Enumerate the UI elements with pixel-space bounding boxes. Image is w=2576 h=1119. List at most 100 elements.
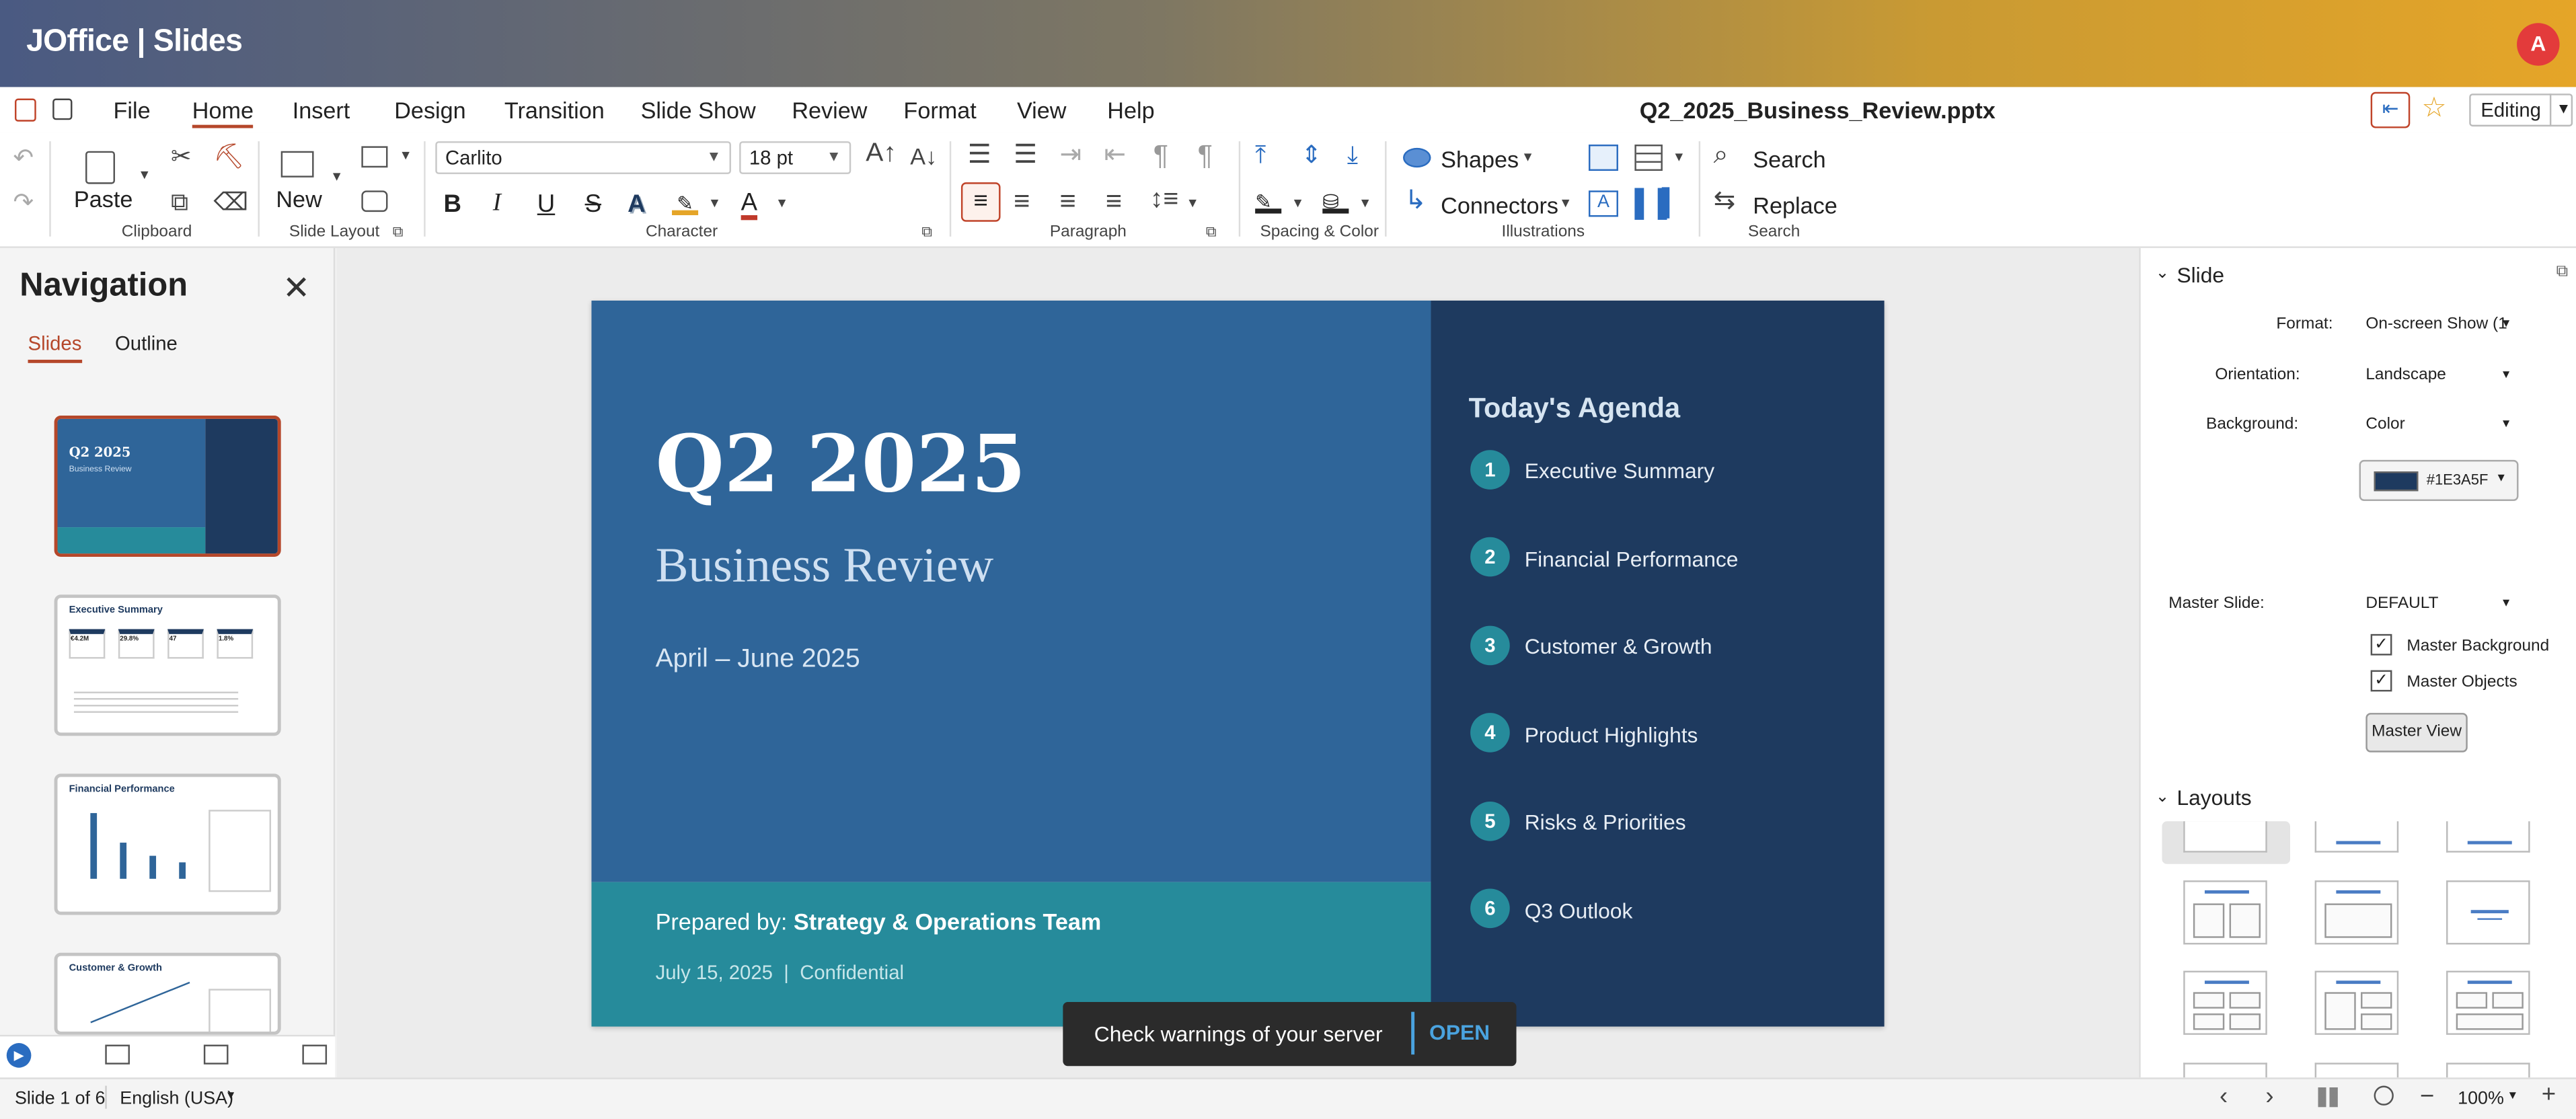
shapes-icon[interactable] [1402,147,1431,168]
menu-format[interactable]: Format [903,97,976,123]
orientation-select[interactable]: Landscape [2365,366,2446,385]
duplicate-slide-icon[interactable] [203,1044,229,1065]
slide-sorter-icon[interactable] [2318,1087,2338,1108]
space-above-icon[interactable]: ⤒ [1255,143,1266,168]
fit-to-window-icon[interactable] [2374,1085,2394,1106]
user-avatar[interactable]: A [2517,23,2560,66]
agenda-item[interactable]: Customer & Growth [1525,634,1712,659]
layout-more-3[interactable] [2446,1063,2530,1078]
strikethrough-button[interactable]: S [585,190,601,219]
chevron-down-icon[interactable]: ▼ [1291,196,1304,210]
image-icon[interactable] [1588,144,1618,171]
expand-dialog-icon[interactable]: ⧉ [1206,224,1217,240]
shadow-button[interactable]: A [628,190,645,219]
redo-icon[interactable]: ↷ [13,190,34,215]
slide[interactable]: Q2 2025 Business Review April – June 202… [591,300,1885,1027]
chart-icon[interactable]: ▌▐▍ [1634,187,1682,220]
slide-thumbnail-4[interactable]: Customer & Growth [54,952,281,1035]
chevron-down-icon[interactable]: ▼ [1673,150,1685,165]
chevron-down-icon[interactable]: ▼ [225,1091,237,1102]
connectors-button[interactable]: Connectors [1441,192,1558,219]
chevron-down-icon[interactable]: ▼ [1559,196,1572,210]
layout-title-content[interactable] [2314,880,2399,945]
menu-design[interactable]: Design [394,97,465,123]
align-left-icon[interactable]: ≡ [960,182,1001,222]
chevron-down-icon[interactable]: ▼ [2501,319,2512,330]
fill-color-icon[interactable]: ⛁ [1322,190,1349,214]
chevron-down-icon[interactable]: ▼ [775,196,788,210]
menu-insert[interactable]: Insert [293,97,350,123]
paste-icon[interactable] [85,151,115,184]
toast-open-button[interactable]: OPEN [1411,1011,1500,1055]
space-below-icon[interactable]: ⤓ [1347,143,1358,168]
ltr-icon[interactable]: ¶ [1153,141,1168,169]
layout-title-only[interactable] [2314,821,2399,853]
tab-outline[interactable]: Outline [115,332,178,354]
chevron-down-icon[interactable]: ▼ [1186,196,1199,210]
delete-slide-icon[interactable] [302,1044,328,1065]
new-slide-icon[interactable] [280,151,314,178]
justify-icon[interactable]: ≡ [1106,187,1122,215]
line-spacing-icon[interactable]: ↕≡ [1150,186,1178,213]
save-icon[interactable] [52,98,73,120]
reset-slide-icon[interactable] [361,190,388,213]
master-view-button[interactable]: Master View [2365,713,2468,753]
background-select[interactable]: Color [2365,416,2404,434]
document-icon[interactable] [14,98,36,122]
slide-title[interactable]: Q2 2025 [656,419,1026,511]
clear-format-icon[interactable]: ⌫ [214,190,249,215]
menu-review[interactable]: Review [792,97,867,123]
zoom-level[interactable]: 100% [2458,1089,2504,1108]
search-button[interactable]: Search [1753,146,1825,172]
play-icon[interactable]: ▶ [6,1043,32,1068]
font-name-select[interactable]: Carlito ▼ [435,141,731,174]
paste-button[interactable]: Paste [74,186,132,212]
slide-thumbnail-2[interactable]: Executive Summary €4.2M 29.8% 47 1.8% [54,594,281,736]
shapes-button[interactable]: Shapes [1441,146,1519,172]
agenda-item[interactable]: Q3 Outlook [1525,898,1633,923]
agenda-item[interactable]: Product Highlights [1525,723,1698,748]
chevron-down-icon[interactable]: ⌄ [2156,264,2169,282]
menu-home[interactable]: Home [192,97,254,128]
shrink-font-icon[interactable]: A↓ [910,145,937,167]
format-select[interactable]: On-screen Show (1 [2365,315,2513,334]
next-slide-icon[interactable]: › [2265,1083,2273,1111]
tab-slides[interactable]: Slides [28,332,82,363]
expand-dialog-icon[interactable]: ⧉ [921,224,932,240]
agenda-item[interactable]: Financial Performance [1525,547,1739,572]
slide-date-range[interactable]: April – June 2025 [656,646,860,675]
layout-title-two-content[interactable] [2183,880,2267,945]
chevron-down-icon[interactable]: ▼ [2507,1091,2518,1102]
chevron-down-icon[interactable]: ▼ [1359,196,1371,210]
italic-button[interactable]: I [493,190,501,219]
agenda-item[interactable]: Risks & Priorities [1525,810,1686,835]
sidebar-toggle-icon[interactable]: ⇤ [2370,91,2411,128]
agenda-title[interactable]: Today's Agenda [1469,393,1680,426]
master-slide-select[interactable]: DEFAULT [2365,594,2438,613]
cut-icon[interactable]: ✂ [171,145,192,169]
increase-indent-icon[interactable]: ⇥ [1059,142,1082,169]
font-size-select[interactable]: 18 pt ▼ [739,141,851,174]
language-select[interactable]: English (USA) [120,1089,233,1108]
layout-icon[interactable] [361,146,388,168]
highlight-icon[interactable]: ✎ [672,192,699,215]
new-slide-icon[interactable] [105,1044,130,1065]
chevron-down-icon[interactable]: ▼ [400,149,412,163]
chevron-down-icon[interactable]: ▼ [708,196,721,210]
grow-font-icon[interactable]: A↑ [866,141,897,167]
align-center-icon[interactable]: ≡ [1014,187,1030,215]
master-background-checkbox[interactable]: ✓ [2370,633,2392,656]
close-icon[interactable]: ✕ [282,268,310,309]
text-box-icon[interactable]: A [1588,190,1618,217]
connectors-icon[interactable]: ↳ [1404,188,1427,215]
background-color-picker[interactable]: #1E3A5F ▼ [2359,459,2519,501]
align-right-icon[interactable]: ≡ [1059,187,1075,215]
chevron-down-icon[interactable]: ▼ [2501,370,2512,381]
layout-title-four-content[interactable] [2183,970,2267,1035]
expand-dialog-icon[interactable]: ⧉ [393,224,404,240]
menu-help[interactable]: Help [1107,97,1154,123]
layout-blank[interactable] [2183,821,2267,853]
menu-file[interactable]: File [114,97,151,123]
replace-icon[interactable]: ⇆ [1714,188,1736,215]
section-slide[interactable]: Slide [2176,263,2224,288]
